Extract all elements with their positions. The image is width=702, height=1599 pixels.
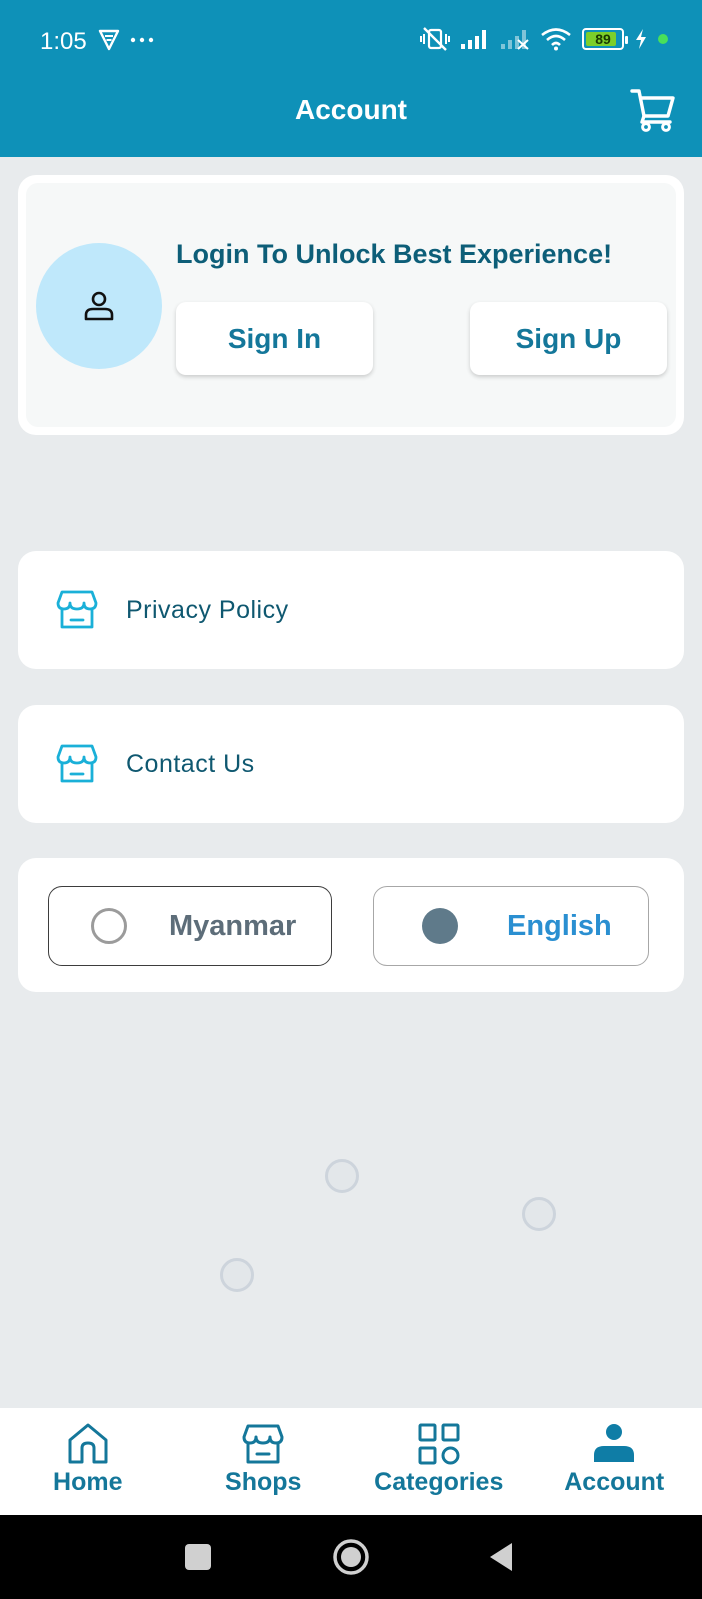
person-icon [594, 1424, 635, 1462]
menu-item-label: Privacy Policy [126, 595, 289, 624]
cart-icon[interactable] [630, 86, 676, 132]
sign-up-button[interactable]: Sign Up [470, 302, 667, 375]
nav-label: Home [53, 1468, 123, 1496]
charging-bolt-icon [636, 29, 646, 49]
status-left-icons [98, 28, 154, 52]
person-icon [84, 291, 114, 321]
login-prompt-title: Login To Unlock Best Experience! [176, 239, 613, 269]
language-label: English [507, 909, 612, 942]
battery-tip [625, 36, 628, 44]
radio-selected-icon [422, 908, 458, 944]
loading-dot [220, 1258, 254, 1292]
language-label: Myanmar [169, 909, 297, 942]
nav-label: Categories [374, 1468, 504, 1496]
radio-unselected-icon [91, 908, 127, 944]
nav-shops[interactable]: Shops [176, 1408, 352, 1515]
home-button-icon[interactable] [331, 1537, 371, 1577]
battery-percent: 89 [595, 31, 611, 47]
back-icon[interactable] [482, 1537, 522, 1577]
privacy-indicator-dot [658, 34, 668, 44]
language-option-myanmar[interactable]: Myanmar [48, 886, 332, 966]
avatar [36, 243, 162, 369]
sign-in-button[interactable]: Sign In [176, 302, 373, 375]
home-icon [68, 1423, 108, 1464]
login-card: Login To Unlock Best Experience! Sign In… [18, 175, 684, 435]
signal-no-service-icon [501, 30, 529, 50]
page-title: Account [295, 94, 407, 125]
contact-us-item[interactable]: Contact Us [18, 705, 684, 823]
bottom-navigation: Home Shops Categories Account [0, 1408, 702, 1515]
nav-label: Shops [225, 1468, 302, 1496]
wifi-icon [541, 28, 571, 51]
status-right-icons: 89 [420, 26, 668, 52]
menu-item-label: Contact Us [126, 749, 255, 778]
more-notifications-icon [130, 37, 154, 43]
nav-account[interactable]: Account [527, 1408, 702, 1515]
login-card-inner: Login To Unlock Best Experience! Sign In… [26, 183, 676, 427]
signal-strength-icon [461, 30, 486, 49]
store-icon [56, 590, 98, 629]
recent-apps-icon[interactable] [178, 1537, 218, 1577]
nav-label: Account [564, 1468, 665, 1496]
top-app-bar: 1:05 89 Account [0, 0, 702, 157]
vpn-shield-icon [98, 29, 120, 51]
battery-indicator: 89 [582, 28, 628, 50]
store-icon [242, 1424, 284, 1464]
store-icon [56, 744, 98, 783]
loading-dot [522, 1197, 556, 1231]
vibrate-off-icon [420, 27, 450, 51]
nav-categories[interactable]: Categories [351, 1408, 527, 1515]
grid-icon [418, 1423, 460, 1465]
language-option-english[interactable]: English [373, 886, 649, 966]
privacy-policy-item[interactable]: Privacy Policy [18, 551, 684, 669]
status-time: 1:05 [40, 28, 87, 55]
loading-dot [325, 1159, 359, 1193]
system-navigation-bar [0, 1515, 702, 1599]
nav-home[interactable]: Home [0, 1408, 176, 1515]
language-selector: Myanmar English [18, 858, 684, 992]
